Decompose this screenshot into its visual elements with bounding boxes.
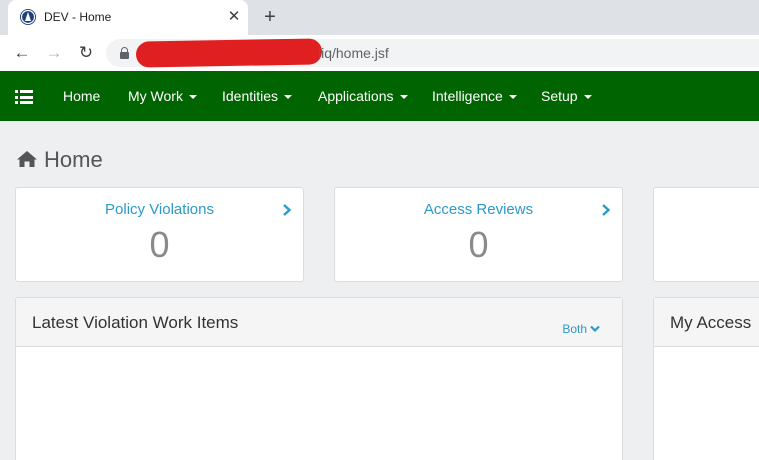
- chevron-right-icon[interactable]: [282, 204, 292, 216]
- nav-setup[interactable]: Setup: [541, 88, 592, 104]
- caret-down-icon: [508, 95, 517, 99]
- violation-work-items-panel: Latest Violation Work Items Both: [15, 297, 623, 460]
- nav-identities[interactable]: Identities: [222, 88, 293, 104]
- url-text: iiq/home.jsf: [318, 45, 389, 61]
- third-summary-card[interactable]: [653, 187, 759, 282]
- panel-header: Latest Violation Work Items Both: [16, 298, 622, 347]
- reload-icon[interactable]: ↻: [74, 41, 98, 65]
- forward-arrow-icon[interactable]: →: [42, 41, 66, 65]
- panel-title: Latest Violation Work Items: [32, 313, 239, 332]
- nav-intelligence-label: Intelligence: [432, 88, 503, 104]
- nav-intelligence[interactable]: Intelligence: [432, 88, 517, 104]
- caret-down-icon: [284, 95, 293, 99]
- nav-applications-label: Applications: [318, 88, 394, 104]
- browser-tab[interactable]: DEV - Home ✕: [8, 0, 248, 35]
- nav-identities-label: Identities: [222, 88, 279, 104]
- nav-home[interactable]: Home: [63, 88, 100, 104]
- card-count: 0: [468, 224, 489, 265]
- my-access-panel: My Access: [653, 297, 759, 460]
- tab-title: DEV - Home: [44, 10, 112, 24]
- nav-applications[interactable]: Applications: [318, 88, 408, 104]
- new-tab-icon[interactable]: +: [259, 6, 281, 28]
- browser-tab-strip: DEV - Home ✕ +: [0, 0, 759, 35]
- nav-setup-label: Setup: [541, 88, 578, 104]
- home-icon: [16, 150, 38, 173]
- filter-label: Both: [562, 322, 587, 336]
- panel-header: My Access: [654, 298, 759, 347]
- card-label: Access Reviews: [423, 201, 534, 218]
- chevron-right-icon[interactable]: [601, 204, 611, 216]
- panel-title: My Access: [670, 313, 752, 332]
- lock-icon[interactable]: [120, 47, 129, 59]
- caret-down-icon: [188, 95, 197, 99]
- page-title: Home: [44, 147, 103, 172]
- access-reviews-card[interactable]: Access Reviews 0: [334, 187, 623, 282]
- back-arrow-icon[interactable]: ←: [10, 41, 34, 65]
- redaction-mark: [135, 38, 323, 68]
- nav-my-work[interactable]: My Work: [128, 88, 197, 104]
- card-label: Policy Violations: [105, 201, 214, 218]
- caret-down-icon: [399, 95, 408, 99]
- nav-home-label: Home: [63, 88, 101, 104]
- card-count: 0: [149, 224, 170, 265]
- nav-my-work-label: My Work: [128, 88, 183, 104]
- app-nav-bar: Home My Work Identities Applications Int…: [0, 71, 759, 121]
- browser-toolbar: ← → ↻ iiq/home.jsf: [0, 35, 759, 71]
- chevron-down-icon: [590, 325, 600, 333]
- address-bar[interactable]: iiq/home.jsf: [106, 38, 759, 68]
- menu-list-icon[interactable]: [15, 90, 33, 104]
- caret-down-icon: [583, 95, 592, 99]
- close-icon[interactable]: ✕: [226, 9, 242, 25]
- filter-dropdown[interactable]: Both: [562, 322, 600, 336]
- sailpoint-logo-icon: [20, 9, 36, 25]
- policy-violations-card[interactable]: Policy Violations 0: [15, 187, 304, 282]
